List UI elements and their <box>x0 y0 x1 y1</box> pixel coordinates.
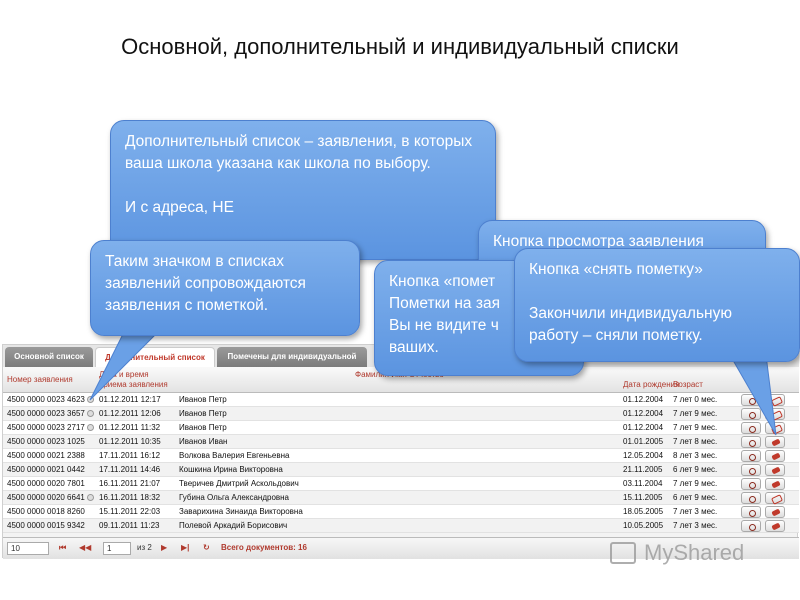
birth-date: 03.11.2004 <box>623 479 663 488</box>
table-row[interactable]: 4500 0000 0020 6641 16.11.2011 18:32 Губин… <box>3 491 799 505</box>
table-row[interactable]: 4500 0000 0018 8260 15.11.2011 22:03 Завар… <box>3 505 799 519</box>
application-number: 4500 0000 0021 0442 <box>7 465 85 474</box>
mark-indicator-icon <box>87 424 94 431</box>
application-number: 4500 0000 0018 8260 <box>7 507 85 516</box>
application-datetime: 16.11.2011 18:32 <box>99 493 161 502</box>
table-row[interactable]: 4500 0000 0021 0442 17.11.2011 14:46 Кошки… <box>3 463 799 477</box>
table-row[interactable]: 4500 0000 0021 2388 17.11.2011 16:12 Волко… <box>3 449 799 463</box>
applicant-age: 8 лет 3 мес. <box>673 451 718 460</box>
applicant-age: 6 лет 9 мес. <box>673 493 718 502</box>
applicant-name: Кошкина Ирина Викторовна <box>179 465 283 474</box>
applicant-name: Губина Ольга Александровна <box>179 493 290 502</box>
application-number: 4500 0000 0020 7801 <box>7 479 85 488</box>
birth-date: 12.05.2004 <box>623 451 664 460</box>
applicant-age: 6 лет 9 мес. <box>673 465 718 474</box>
callout-unmark-tail <box>729 355 777 436</box>
mark-button[interactable] <box>765 520 785 532</box>
table-row[interactable]: 4500 0000 0020 7801 16.11.2011 21:07 Твери… <box>3 477 799 491</box>
birth-date: 01.01.2005 <box>623 437 664 446</box>
applicant-name: Полевой Аркадий Борисович <box>179 521 288 530</box>
view-application-button[interactable] <box>741 478 761 490</box>
birth-date: 18.05.2005 <box>623 507 664 516</box>
applicant-name: Тверичев Дмитрий Аскольдович <box>179 479 299 488</box>
birth-date: 15.11.2005 <box>623 493 663 502</box>
mark-indicator-icon <box>87 494 94 501</box>
mark-button[interactable] <box>765 450 785 462</box>
header-birth[interactable]: Дата рождения <box>623 380 679 390</box>
last-page-button[interactable]: ▶| <box>181 543 189 552</box>
birth-date: 10.05.2005 <box>623 521 664 530</box>
callout-icon-mark: Таким значком в списках заявлений сопров… <box>90 240 360 336</box>
applicant-age: 7 лет 9 мес. <box>673 479 718 488</box>
application-number: 4500 0000 0021 2388 <box>7 451 85 460</box>
page-size-select[interactable]: 10 <box>7 542 49 555</box>
prev-page-button[interactable]: ◀◀ <box>79 543 91 552</box>
presentation-icon <box>610 542 636 564</box>
refresh-icon[interactable]: ↻ <box>203 543 210 552</box>
birth-date: 21.11.2005 <box>623 465 663 474</box>
callout-extra-list: Дополнительный список – заявления, в кот… <box>110 120 496 260</box>
applicant-name: Иванов Петр <box>179 395 227 404</box>
view-application-button[interactable] <box>741 506 761 518</box>
applicant-age: 7 лет 3 мес. <box>673 507 718 516</box>
application-datetime: 01.12.2011 11:32 <box>99 423 161 432</box>
applicant-name: Иванов Петр <box>179 423 227 432</box>
application-number: 4500 0000 0023 1025 <box>7 437 85 446</box>
view-application-button[interactable] <box>741 492 761 504</box>
first-page-button[interactable]: ⏮ <box>59 543 66 553</box>
total-count: Всего документов: 16 <box>221 543 307 552</box>
table-row[interactable]: 4500 0000 0015 9342 09.11.2011 11:23 Полев… <box>3 519 799 533</box>
birth-date: 01.12.2004 <box>623 409 664 418</box>
slide-title: Основной, дополнительный и индивидуальны… <box>121 34 679 59</box>
mark-button[interactable] <box>765 464 785 476</box>
mark-button[interactable] <box>765 478 785 490</box>
page-input[interactable]: 1 <box>103 542 131 555</box>
callout-unmark-button: Кнопка «снять пометку» Закончили индивид… <box>514 248 800 362</box>
applicant-name: Иванов Петр <box>179 409 227 418</box>
birth-date: 01.12.2004 <box>623 423 664 432</box>
application-datetime: 17.11.2011 14:46 <box>99 465 161 474</box>
application-datetime: 09.11.2011 11:23 <box>99 521 160 530</box>
page-count: из 2 <box>137 543 152 552</box>
application-number: 4500 0000 0020 6641 <box>7 493 85 502</box>
tab-marked-list[interactable]: Помечены для индивидуальной работы <box>217 347 367 381</box>
applicant-name: Волкова Валерия Евгеньевна <box>179 451 290 460</box>
unmark-button[interactable] <box>765 492 785 504</box>
mark-indicator-icon <box>87 410 94 417</box>
application-datetime: 16.11.2011 21:07 <box>99 479 161 488</box>
birth-date: 01.12.2004 <box>623 395 664 404</box>
view-application-button[interactable] <box>741 464 761 476</box>
applicant-name: Заварихина Зинаида Викторовна <box>179 507 303 516</box>
application-number: 4500 0000 0023 2717 <box>7 423 85 432</box>
application-number: 4500 0000 0015 9342 <box>7 521 85 530</box>
applicant-name: Иванов Иван <box>179 437 228 446</box>
application-datetime: 17.11.2011 16:12 <box>99 451 161 460</box>
mark-button[interactable] <box>765 506 785 518</box>
next-page-button[interactable]: ▶ <box>161 543 167 552</box>
application-datetime: 01.12.2011 10:35 <box>99 437 161 446</box>
view-application-button[interactable] <box>741 520 761 532</box>
application-datetime: 15.11.2011 22:03 <box>99 507 161 516</box>
view-application-button[interactable] <box>741 450 761 462</box>
applicant-age: 7 лет 3 мес. <box>673 521 718 530</box>
